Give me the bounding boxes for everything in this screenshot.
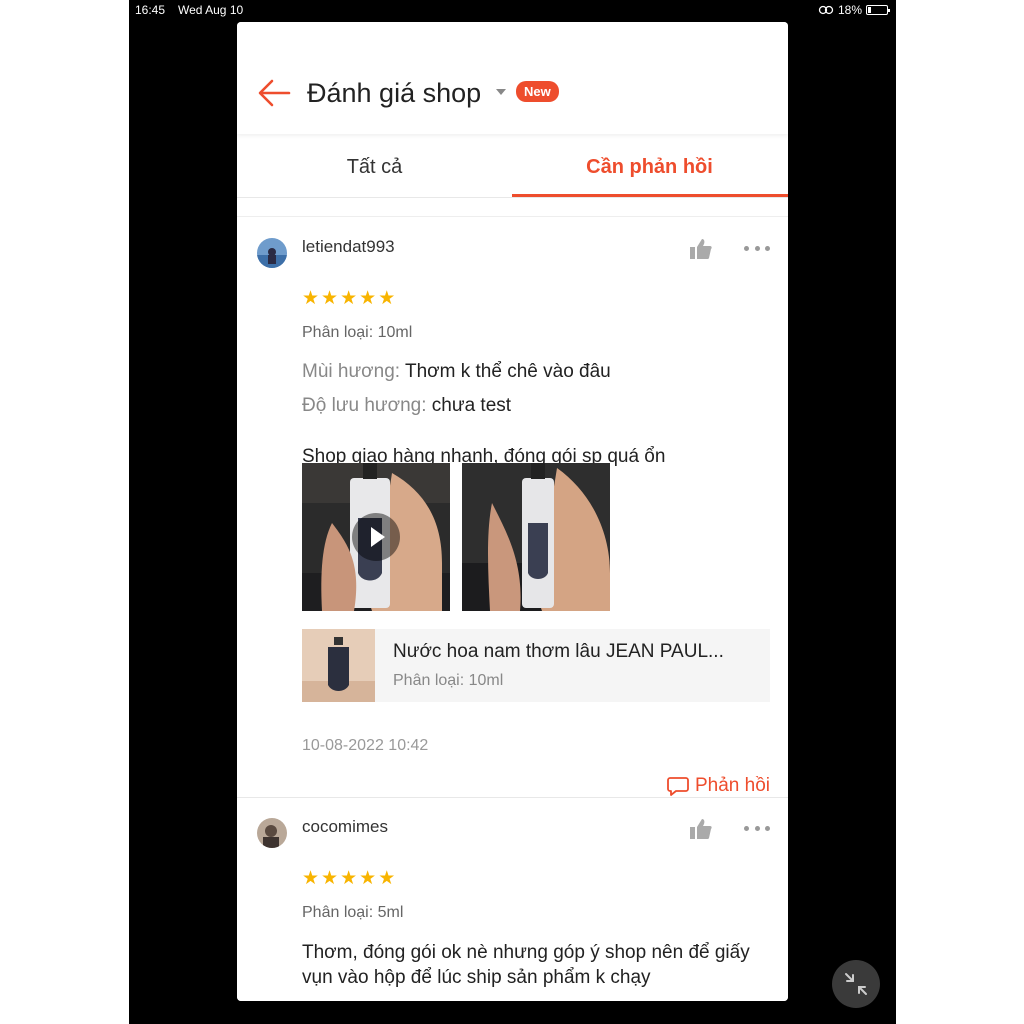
review-comment: Thơm, đóng gói ok nè nhưng góp ý shop nê… (302, 942, 750, 988)
star-icon: ★ (378, 288, 396, 309)
thumbs-up-icon[interactable] (689, 818, 713, 840)
review-timestamp: 10-08-2022 10:42 (302, 737, 429, 754)
star-icon: ★ (340, 868, 358, 889)
username[interactable]: letiendat993 (302, 237, 395, 257)
star-icon: ★ (321, 288, 339, 309)
attribute-key: Mùi hương: (302, 361, 401, 382)
product-name: Nước hoa nam thơm lâu JEAN PAUL... (393, 641, 724, 662)
attribute-value: Thơm k thể chê vào đâu (405, 361, 611, 382)
review-variant: Phân loại: 5ml (302, 904, 404, 921)
chat-bubble-icon (667, 777, 689, 796)
collapse-button[interactable] (832, 960, 880, 1008)
status-date: Wed Aug 10 (178, 3, 244, 17)
product-thumbnail (302, 629, 375, 702)
star-icon: ★ (359, 868, 377, 889)
product-image (302, 629, 375, 702)
product-variant: Phân loại: 10ml (393, 672, 504, 689)
avatar[interactable] (257, 238, 287, 268)
attribute-scent: Mùi hương: Thơm k thể chê vào đâu (302, 361, 611, 383)
avatar[interactable] (257, 818, 287, 848)
tab-bar: Tất cả Cần phản hồi (237, 134, 788, 198)
star-rating: ★ ★ ★ ★ ★ (302, 869, 395, 888)
active-tab-indicator (512, 194, 788, 197)
battery-fill (868, 7, 871, 13)
avatar-image (257, 818, 287, 848)
app-window: Đánh giá shop New Tất cả Cần phản hồi le… (237, 22, 788, 1001)
star-icon: ★ (340, 288, 358, 309)
arrow-left-icon[interactable] (257, 78, 291, 108)
review-item: letiendat993 ★ ★ ★ ★ ★ Phân loại: 10ml Mùi h… (237, 218, 788, 796)
review-image[interactable] (462, 463, 610, 611)
star-icon: ★ (321, 868, 339, 889)
star-icon: ★ (378, 868, 396, 889)
new-badge: New (516, 81, 559, 102)
avatar-image (257, 238, 287, 268)
caret-down-icon[interactable] (496, 89, 506, 95)
thumbs-up-icon[interactable] (689, 238, 713, 260)
star-icon: ★ (302, 868, 320, 889)
hotspot-icon (818, 5, 834, 15)
attribute-key: Độ lưu hương: (302, 395, 427, 416)
attribute-value: chưa test (431, 395, 512, 416)
image-thumbnail (462, 463, 610, 611)
review-item: cocomimes ★ ★ ★ ★ ★ Phân loại: 5ml Thơm, đón… (237, 798, 788, 1001)
status-right: 18% (818, 3, 890, 17)
section-separator (237, 199, 788, 217)
play-icon[interactable] (352, 513, 400, 561)
page-title[interactable]: Đánh giá shop (307, 78, 481, 109)
header: Đánh giá shop New (237, 22, 788, 134)
review-video[interactable] (302, 463, 450, 611)
more-dots-icon[interactable] (744, 826, 770, 834)
star-rating: ★ ★ ★ ★ ★ (302, 289, 395, 308)
more-dots-icon[interactable] (744, 246, 770, 254)
review-variant: Phân loại: 10ml (302, 324, 413, 341)
product-card[interactable]: Nước hoa nam thơm lâu JEAN PAUL... Phân … (302, 629, 770, 702)
reply-label: Phản hồi (694, 775, 770, 796)
battery-icon (866, 5, 890, 15)
status-bar: 16:45 Wed Aug 10 18% (129, 0, 896, 20)
status-time: 16:45 (135, 3, 166, 17)
star-icon: ★ (359, 288, 377, 309)
collapse-icon (845, 973, 867, 995)
tab-need-reply[interactable]: Cần phản hồi (512, 134, 787, 198)
reply-button[interactable]: Phản hồi (667, 775, 770, 797)
star-icon: ★ (302, 288, 320, 309)
battery-percent: 18% (837, 3, 862, 17)
username[interactable]: cocomimes (302, 817, 388, 837)
attribute-longevity: Độ lưu hương: chưa test (302, 395, 511, 417)
tab-all[interactable]: Tất cả (237, 134, 512, 198)
